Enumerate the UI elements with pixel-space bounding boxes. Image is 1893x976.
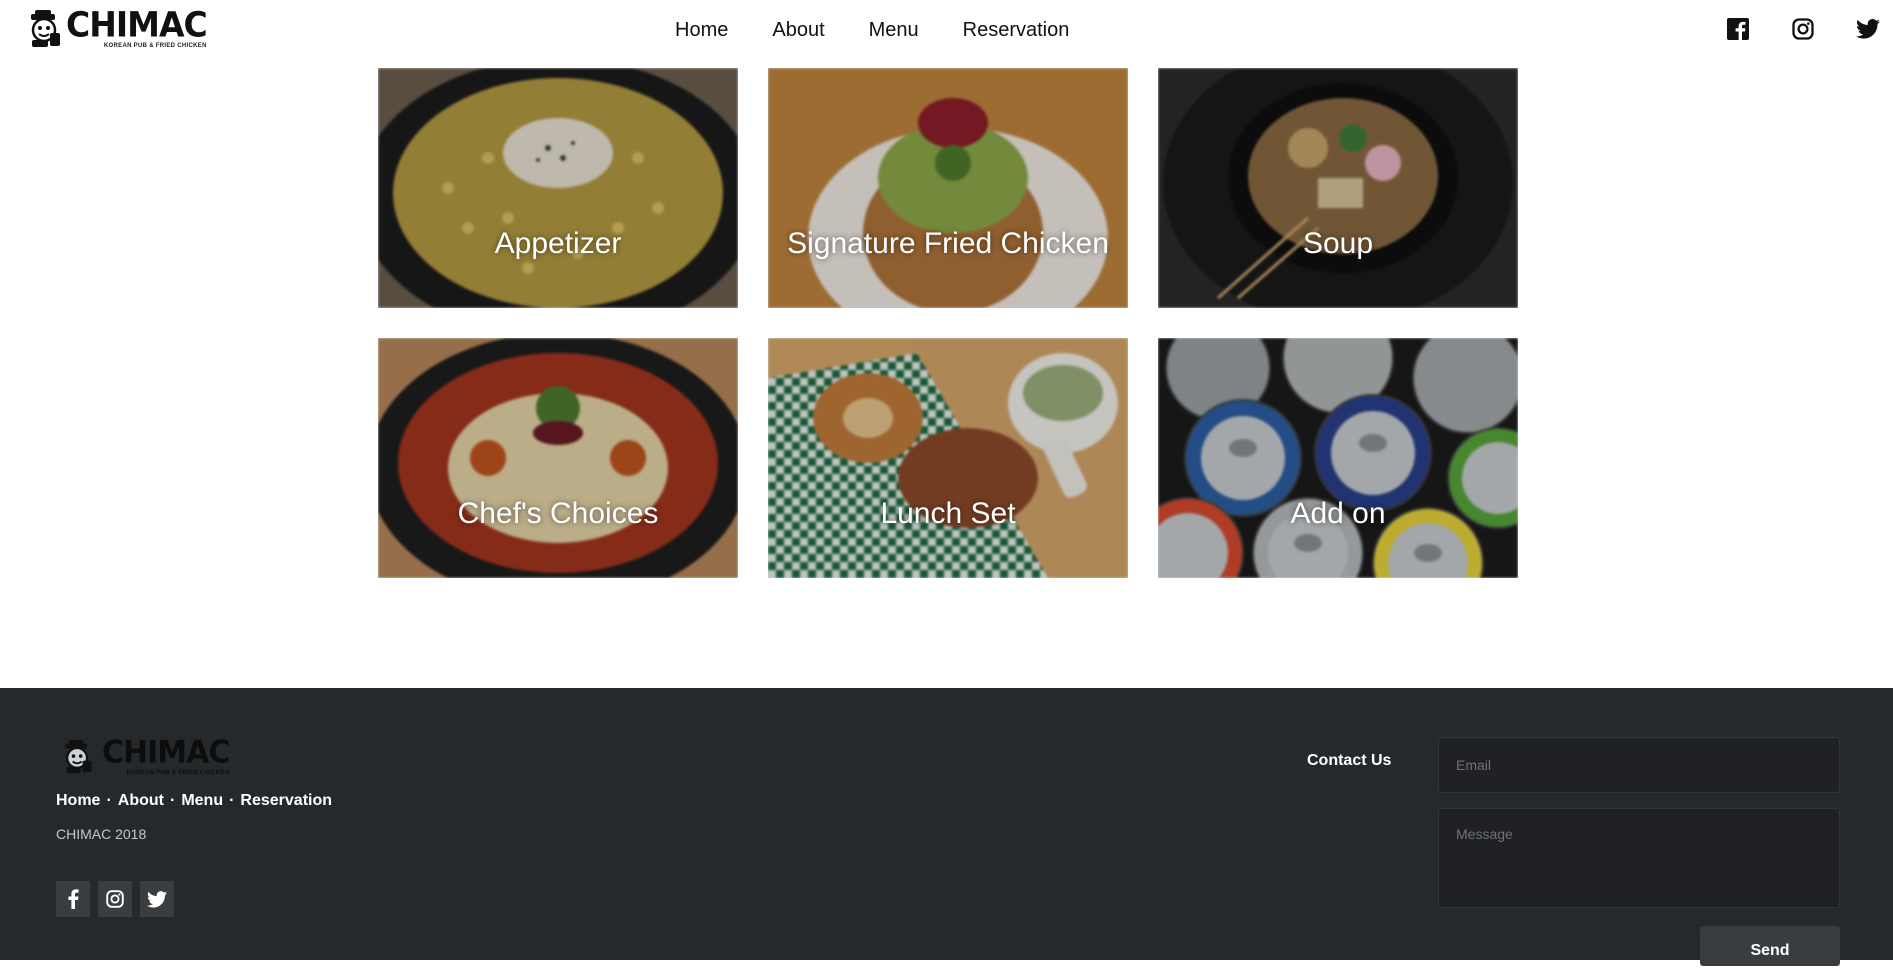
footer-nav-about[interactable]: About [118,792,164,810]
menu-tile-lunch-set[interactable]: Lunch Set [768,338,1128,578]
menu-tile-label: Soup [1302,227,1374,260]
instagram-icon[interactable] [98,881,132,917]
footer-nav-reservation[interactable]: Reservation [240,792,332,810]
instagram-icon[interactable] [1790,16,1816,42]
footer-nav-separator: · [169,792,176,809]
menu-tile-add-on[interactable]: Add on [1158,338,1518,578]
nav-menu[interactable]: Menu [869,19,919,42]
message-field[interactable] [1438,808,1840,908]
menu-tile-label: Add on [1290,497,1386,530]
menu-tile-label: Appetizer [494,227,622,260]
copyright-text: CHIMAC 2018 [56,826,147,842]
footer-social-links [56,881,182,917]
footer-logo[interactable]: CHIMAC KOREAN PUB & FRIED CHICKEN [58,734,230,776]
email-field[interactable] [1438,737,1840,793]
mascot-icon [58,739,98,775]
menu-tile-chefs-choices[interactable]: Chef's Choices [378,338,738,578]
menu-tile-label: Chef's Choices [457,497,659,530]
nav-home[interactable]: Home [675,19,728,42]
footer-brand-tagline: KOREAN PUB & FRIED CHICKEN [126,770,230,776]
twitter-icon[interactable] [1855,16,1881,42]
facebook-icon[interactable] [1725,16,1751,42]
footer-brand-name: CHIMAC [102,734,230,771]
footer-nav: Home · About · Menu · Reservation [56,792,332,810]
main-nav: Home About Menu Reservation [675,19,1113,42]
menu-tile-soup[interactable]: Soup [1158,68,1518,308]
footer-nav-separator: · [229,792,235,809]
twitter-icon[interactable] [140,881,174,917]
footer-nav-separator: · [106,792,112,809]
brand-name: CHIMAC [66,4,208,45]
site-header: CHIMAC KOREAN PUB & FRIED CHICKEN Home A… [0,0,1893,62]
brand-logo[interactable]: CHIMAC KOREAN PUB & FRIED CHICKEN [28,4,208,49]
facebook-icon[interactable] [56,881,90,917]
menu-tile-label: Signature Fried Chicken [787,227,1109,260]
menu-tile-appetizer[interactable]: Appetizer [378,68,738,308]
contact-us-label: Contact Us [1307,752,1392,769]
menu-tile-label: Lunch Set [880,497,1016,530]
mascot-icon [28,9,62,49]
header-social-links [1725,16,1893,42]
send-button[interactable]: Send [1700,926,1840,966]
nav-about[interactable]: About [772,19,824,42]
menu-tile-signature-fried-chicken[interactable]: Signature Fried Chicken [768,68,1128,308]
footer-nav-home[interactable]: Home [56,792,100,810]
footer-nav-menu[interactable]: Menu [181,792,223,810]
nav-reservation[interactable]: Reservation [963,19,1070,42]
